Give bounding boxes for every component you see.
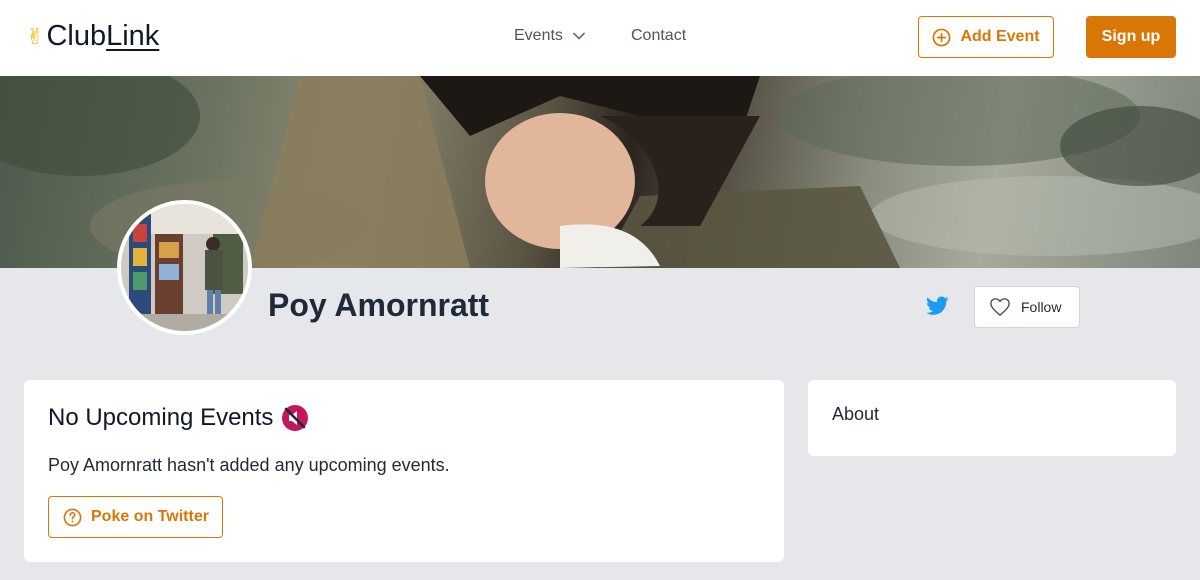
no-events-message: Poy Amornratt hasn't added any upcoming … (48, 455, 450, 475)
add-event-button[interactable]: Add Event (918, 16, 1054, 58)
plus-circle-icon (933, 28, 951, 46)
poke-label: Poke on Twitter (91, 508, 209, 525)
logo-text-link: Link (106, 20, 160, 52)
twitter-icon[interactable] (926, 296, 949, 316)
add-event-label: Add Event (960, 28, 1040, 45)
poke-on-twitter-button[interactable]: Poke on Twitter (48, 496, 223, 538)
question-circle-icon (63, 508, 82, 526)
profile-avatar[interactable] (117, 200, 252, 335)
heart-icon (990, 298, 1010, 316)
signup-label: Sign up (1101, 28, 1161, 45)
about-title: About (832, 404, 880, 424)
events-card-title: No Upcoming Events (48, 404, 309, 432)
nav-events-label: Events (514, 27, 563, 44)
nav-contact-link[interactable]: Contact (631, 27, 686, 45)
follow-button[interactable]: Follow (974, 286, 1080, 328)
chevron-down-icon (573, 32, 585, 40)
signup-button[interactable]: Sign up (1086, 16, 1176, 58)
muted-speaker-icon (281, 404, 309, 432)
follow-label: Follow (1021, 299, 1062, 315)
top-navbar: ✌ Club Link Events Contact Add Event Sig… (0, 0, 1200, 76)
victory-hand-icon: ✌ (26, 23, 45, 49)
nav-contact-label: Contact (631, 27, 687, 44)
profile-name: Poy Amornratt (268, 287, 490, 323)
about-card: About (808, 380, 1176, 456)
clublink-logo[interactable]: ✌ Club Link (26, 20, 159, 53)
logo-text-club: Club (46, 20, 107, 52)
events-card: No Upcoming Events Poy Amornratt hasn't … (24, 380, 784, 562)
events-title-text: No Upcoming Events (48, 404, 274, 431)
nav-events-dropdown[interactable]: Events (514, 27, 585, 45)
